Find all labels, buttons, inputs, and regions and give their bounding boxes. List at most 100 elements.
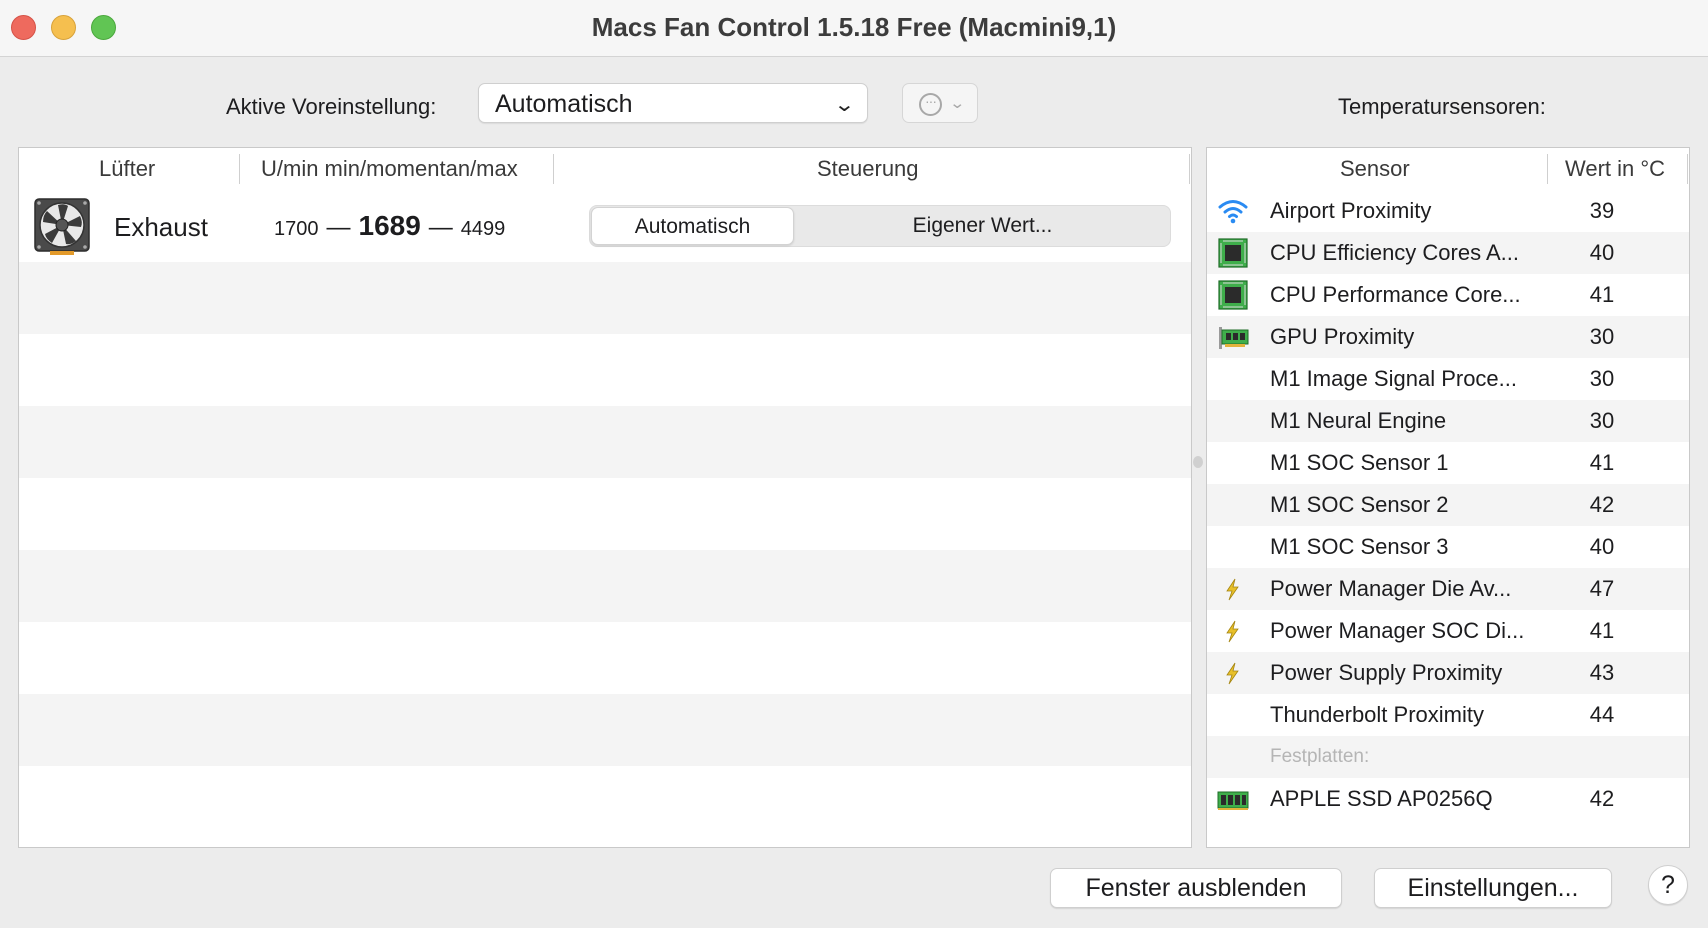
sensor-row[interactable]: Power Manager Die Av... 47	[1207, 568, 1689, 610]
column-divider[interactable]	[239, 154, 240, 184]
help-button[interactable]: ?	[1648, 865, 1688, 905]
fan-rpm-max: 4499	[460, 218, 506, 240]
sensor-value: 30	[1589, 408, 1615, 433]
sensor-name: GPU Proximity	[1270, 324, 1415, 349]
sensor-row[interactable]: M1 Image Signal Proce... 30	[1207, 358, 1689, 400]
split-view-handle[interactable]	[1193, 456, 1203, 468]
ssd-icon	[1217, 791, 1249, 810]
sensor-row[interactable]: Power Manager SOC Di... 41	[1207, 610, 1689, 652]
window-title: Macs Fan Control 1.5.18 Free (Macmini9,1…	[591, 12, 1117, 42]
sensor-row[interactable]: M1 Neural Engine 30	[1207, 400, 1689, 442]
chevron-down-icon: ⌄	[833, 94, 856, 116]
column-header-sensor[interactable]: Sensor	[1340, 156, 1410, 182]
sensor-name: M1 SOC Sensor 3	[1270, 534, 1449, 559]
sensor-row[interactable]: Airport Proximity 39	[1207, 190, 1689, 232]
table-row	[19, 478, 1191, 550]
fan-control-segmented: Automatisch Eigener Wert...	[589, 205, 1171, 247]
sensor-name: Power Supply Proximity	[1270, 660, 1503, 685]
fan-icon	[34, 198, 90, 255]
sensor-row[interactable]: M1 SOC Sensor 1 41	[1207, 442, 1689, 484]
sensor-row[interactable]: CPU Performance Core... 41	[1207, 274, 1689, 316]
sensor-name: Thunderbolt Proximity	[1270, 702, 1484, 727]
sensor-value: 41	[1589, 450, 1615, 475]
fan-rpm-min: 1700	[274, 218, 319, 240]
column-divider[interactable]	[553, 154, 554, 184]
control-automatic-button[interactable]: Automatisch	[591, 207, 794, 245]
sensor-value: 30	[1589, 324, 1615, 349]
sensor-name: M1 Neural Engine	[1270, 408, 1447, 433]
table-row	[19, 334, 1191, 406]
column-header-value[interactable]: Wert in °C	[1565, 156, 1665, 182]
chip-icon	[1218, 238, 1248, 268]
sensor-value: 41	[1589, 282, 1615, 307]
sensor-value: 43	[1589, 660, 1615, 685]
sensor-row[interactable]: M1 SOC Sensor 3 40	[1207, 526, 1689, 568]
fan-rpm-current: 1689	[358, 210, 421, 241]
sensor-value: 42	[1589, 786, 1615, 811]
sensor-value: 30	[1589, 366, 1615, 391]
fan-table: Lüfter U/min min/momentan/max Steuerung …	[18, 147, 1192, 848]
wifi-icon	[1218, 200, 1248, 224]
sensor-name: APPLE SSD AP0256Q	[1270, 786, 1493, 811]
sensor-value: 47	[1589, 576, 1615, 601]
sensor-value: 40	[1589, 534, 1615, 559]
lightning-icon	[1226, 620, 1239, 643]
section-header-disks: Festplatten:	[1207, 736, 1689, 778]
table-row	[19, 550, 1191, 622]
rpm-separator: —	[326, 214, 351, 241]
title-bar: Macs Fan Control 1.5.18 Free (Macmini9,1…	[0, 0, 1708, 57]
table-row	[19, 622, 1191, 694]
sensor-name: Airport Proximity	[1270, 198, 1432, 223]
chip-icon	[1218, 280, 1248, 310]
sensor-row[interactable]: Power Supply Proximity 43	[1207, 652, 1689, 694]
sensor-name: M1 SOC Sensor 2	[1270, 492, 1449, 517]
table-row	[19, 406, 1191, 478]
sensor-name: M1 SOC Sensor 1	[1270, 450, 1449, 475]
fan-table-header: Lüfter U/min min/momentan/max Steuerung	[19, 148, 1191, 190]
temperature-sensors-label: Temperatursensoren:	[1338, 94, 1546, 119]
sensor-value: 44	[1589, 702, 1615, 727]
sensor-name: Power Manager SOC Di...	[1270, 618, 1525, 643]
column-divider[interactable]	[1547, 154, 1548, 184]
lightning-icon	[1226, 662, 1239, 685]
fan-name: Exhaust	[114, 212, 208, 242]
sensor-row[interactable]: APPLE SSD AP0256Q 42	[1207, 778, 1689, 820]
preset-select[interactable]: Automatisch ⌄	[478, 83, 868, 123]
rpm-separator: —	[428, 214, 453, 241]
chevron-down-icon: ⌄	[949, 95, 966, 112]
hide-window-button[interactable]: Fenster ausblenden	[1050, 868, 1342, 908]
lightning-icon	[1226, 578, 1239, 601]
sensor-table: Sensor Wert in °C Airport Proximity 39 C…	[1206, 147, 1690, 848]
column-header-control[interactable]: Steuerung	[817, 156, 919, 182]
disks-section-label: Festplatten:	[1270, 746, 1370, 767]
fan-rpm-readout: 1700 — 1689 — 4499	[274, 210, 505, 242]
sensor-name: Power Manager Die Av...	[1270, 576, 1512, 601]
column-divider[interactable]	[1687, 154, 1688, 184]
column-header-fan[interactable]: Lüfter	[99, 156, 155, 182]
app-window: Macs Fan Control 1.5.18 Free (Macmini9,1…	[0, 0, 1708, 928]
sensor-name: CPU Performance Core...	[1270, 282, 1521, 307]
sensor-name: CPU Efficiency Cores A...	[1270, 240, 1520, 265]
control-custom-value-button[interactable]: Eigener Wert...	[796, 207, 1169, 245]
sensor-name: M1 Image Signal Proce...	[1270, 366, 1518, 391]
active-preset-label: Aktive Voreinstellung:	[226, 94, 437, 119]
sensor-row[interactable]: M1 SOC Sensor 2 42	[1207, 484, 1689, 526]
sensor-table-header: Sensor Wert in °C	[1207, 148, 1689, 190]
sensor-value: 41	[1589, 618, 1615, 643]
table-row	[19, 262, 1191, 334]
preset-options-button[interactable]: ··· ⌄	[902, 83, 978, 123]
sensor-row[interactable]: GPU Proximity 30	[1207, 316, 1689, 358]
gpu-card-icon	[1219, 327, 1249, 349]
sensor-row[interactable]: Thunderbolt Proximity 44	[1207, 694, 1689, 736]
column-divider[interactable]	[1189, 154, 1190, 184]
sensor-value: 39	[1589, 198, 1615, 223]
table-row	[19, 694, 1191, 766]
preset-selected-value: Automatisch	[495, 90, 633, 118]
sensor-value: 40	[1589, 240, 1615, 265]
sensor-value: 42	[1589, 492, 1615, 517]
sensor-row[interactable]: CPU Efficiency Cores A... 40	[1207, 232, 1689, 274]
table-row	[19, 766, 1191, 838]
ellipsis-circle-icon: ···	[919, 93, 942, 116]
settings-button[interactable]: Einstellungen...	[1374, 868, 1612, 908]
column-header-rpm[interactable]: U/min min/momentan/max	[261, 156, 518, 182]
